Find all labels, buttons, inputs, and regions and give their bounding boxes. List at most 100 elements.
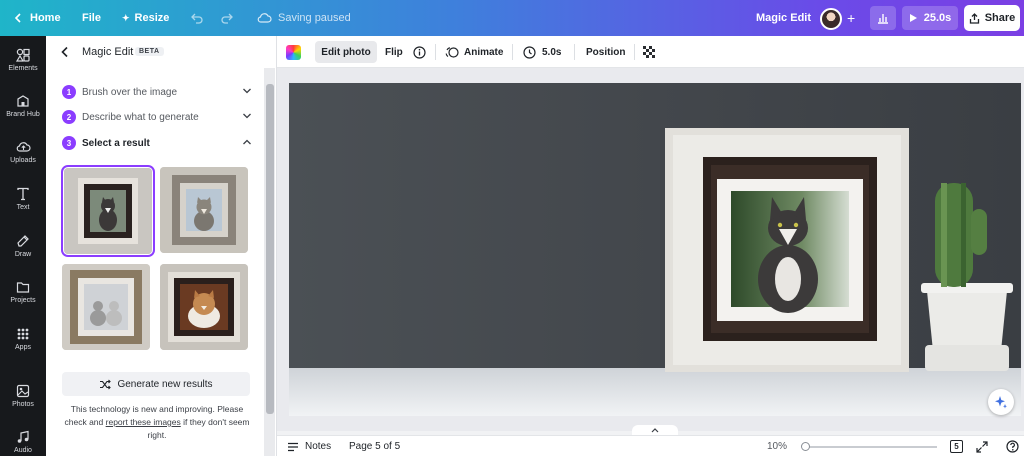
left-rail: Elements Brand Hub Uploads Text Draw Pro… <box>0 36 46 456</box>
step-label: Describe what to generate <box>82 111 199 123</box>
brand-hub-icon <box>17 95 29 107</box>
rail-label: Elements <box>8 65 38 72</box>
report-images-link[interactable]: report these images <box>106 417 181 427</box>
pages-count: 5 <box>954 442 959 451</box>
top-bar: Home File ✦ Resize Saving paused Magic E… <box>0 0 1024 36</box>
apps-icon <box>17 328 29 340</box>
clock-icon <box>523 45 536 59</box>
position-button[interactable]: Position <box>586 36 625 68</box>
step-label: Select a result <box>82 137 150 149</box>
saving-status-label: Saving paused <box>278 12 351 24</box>
rail-label: Projects <box>10 297 36 304</box>
document-title[interactable]: Magic Edit <box>756 0 811 36</box>
avatar[interactable] <box>820 8 842 30</box>
redo-button[interactable] <box>220 0 234 36</box>
rail-item-apps[interactable]: Apps <box>0 327 46 367</box>
zoom-slider-track[interactable] <box>807 446 937 448</box>
home-button[interactable]: Home <box>12 0 61 36</box>
info-button[interactable] <box>413 36 426 68</box>
animate-label: Animate <box>464 46 504 58</box>
step-select-result[interactable]: 3 Select a result <box>62 134 252 152</box>
timing-button[interactable]: 5.0s <box>523 36 561 68</box>
context-toolbar: Edit photo Flip Animate 5.0s Position <box>277 36 1024 68</box>
share-icon <box>969 12 979 24</box>
help-button[interactable] <box>1006 436 1019 456</box>
back-arrow-icon[interactable] <box>60 46 70 58</box>
pages-icon: 5 <box>950 440 963 453</box>
file-menu[interactable]: File <box>82 0 101 36</box>
magic-assistant-button[interactable] <box>988 389 1014 415</box>
beta-badge: BETA <box>135 47 164 56</box>
elements-icon <box>16 48 30 62</box>
result-image <box>160 264 248 350</box>
disclaimer-text: This technology is new and improving. Pl… <box>62 403 252 442</box>
notes-icon <box>288 442 298 451</box>
zoom-slider-handle[interactable] <box>801 442 810 451</box>
step-number: 1 <box>62 85 76 99</box>
rail-item-projects[interactable]: Projects <box>0 280 46 320</box>
rail-item-draw[interactable]: Draw <box>0 234 46 274</box>
color-swatch-icon <box>286 44 301 60</box>
draw-icon <box>17 235 29 247</box>
rail-item-elements[interactable]: Elements <box>0 48 46 88</box>
step-describe[interactable]: 2 Describe what to generate <box>62 108 252 126</box>
color-button[interactable] <box>286 36 301 68</box>
redo-icon <box>221 13 233 24</box>
rail-item-audio[interactable]: Audio <box>0 430 46 456</box>
resize-button[interactable]: ✦ Resize <box>122 0 169 36</box>
toolbar-divider <box>634 44 635 60</box>
rail-item-brand-hub[interactable]: Brand Hub <box>0 94 46 134</box>
help-icon <box>1006 440 1019 453</box>
panel-scrollbar-thumb[interactable] <box>266 84 274 414</box>
canvas-photo[interactable] <box>289 83 1021 416</box>
transparency-button[interactable] <box>643 36 656 68</box>
bottom-bar: Notes Page 5 of 5 10% 5 <box>277 435 1024 456</box>
rail-item-text[interactable]: Text <box>0 187 46 227</box>
animate-button[interactable]: Animate <box>445 36 503 68</box>
share-button[interactable]: Share <box>964 5 1020 31</box>
result-image <box>62 264 150 350</box>
result-thumbnail[interactable] <box>61 165 155 257</box>
rail-label: Photos <box>12 401 34 408</box>
result-thumbnail[interactable] <box>160 264 248 350</box>
notes-button[interactable]: Notes <box>287 436 331 456</box>
photos-icon <box>16 384 30 398</box>
share-label: Share <box>984 12 1016 24</box>
info-icon <box>413 45 426 59</box>
result-image <box>64 168 152 254</box>
rail-label: Uploads <box>10 157 36 164</box>
step-brush[interactable]: 1 Brush over the image <box>62 83 252 101</box>
chevron-down-icon <box>243 113 251 119</box>
chevron-down-icon <box>243 88 251 94</box>
plus-icon: + <box>847 10 856 26</box>
undo-icon <box>191 13 203 24</box>
result-thumbnail[interactable] <box>160 167 248 253</box>
chevron-left-icon <box>14 13 21 23</box>
audio-icon <box>17 430 29 443</box>
flip-button[interactable]: Flip <box>385 36 403 68</box>
animate-icon <box>445 46 459 58</box>
page-grid-button[interactable]: 5 <box>950 436 963 456</box>
uploads-icon <box>16 142 31 152</box>
generate-label: Generate new results <box>117 378 213 390</box>
result-thumbnail[interactable] <box>62 264 150 350</box>
insights-button[interactable] <box>870 6 896 30</box>
toolbar-divider <box>574 44 575 60</box>
transparency-icon <box>643 45 655 58</box>
fullscreen-button[interactable] <box>976 436 988 456</box>
page-indicator[interactable]: Page 5 of 5 <box>349 436 400 456</box>
undo-button[interactable] <box>190 0 204 36</box>
magic-edit-panel: Magic Edit BETA 1 Brush over the image 2… <box>46 36 277 456</box>
bar-chart-icon <box>878 14 888 24</box>
generate-new-results-button[interactable]: Generate new results <box>62 372 250 396</box>
pages-panel-toggle[interactable] <box>632 425 678 435</box>
duration-label: 25.0s <box>923 12 952 24</box>
edit-photo-button[interactable]: Edit photo <box>315 41 377 63</box>
step-label: Brush over the image <box>82 86 178 98</box>
rail-label: Apps <box>15 344 31 351</box>
notes-label: Notes <box>305 441 332 452</box>
present-button[interactable]: 25.0s <box>902 6 958 30</box>
rail-item-photos[interactable]: Photos <box>0 384 46 424</box>
add-collaborator-button[interactable]: + <box>847 0 855 36</box>
rail-item-uploads[interactable]: Uploads <box>0 140 46 180</box>
